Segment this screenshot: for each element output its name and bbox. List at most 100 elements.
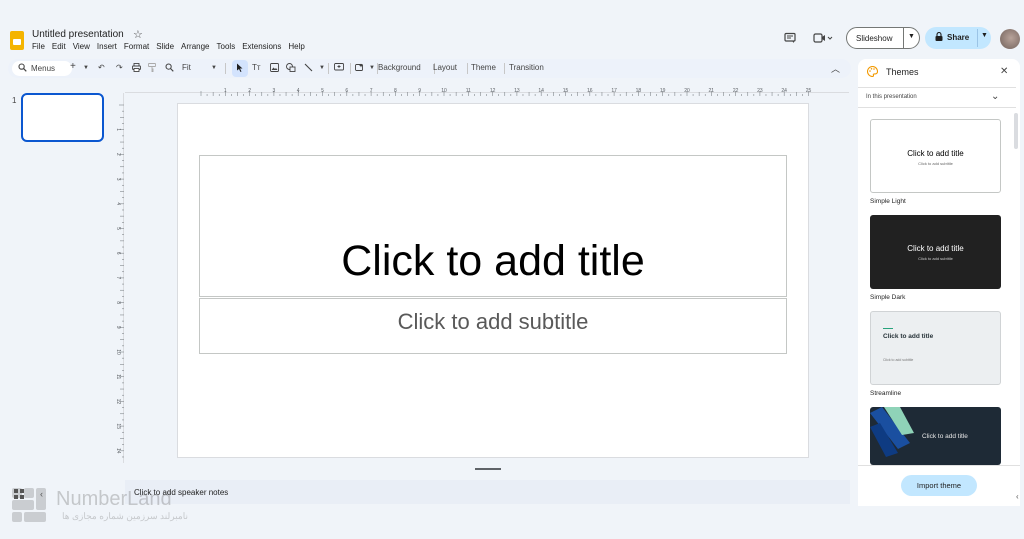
side-panel-expand-icon[interactable]: ‹ [1016, 492, 1024, 506]
vertical-ruler[interactable]: 1 2 3 4 5 6 7 8 9 10 11 12 13 14 [114, 93, 124, 463]
theme-card-focus[interactable]: Click to add title [870, 407, 1001, 465]
ruler-label: 24 [781, 88, 787, 94]
menu-slide[interactable]: Slide [156, 42, 174, 51]
comment-icon[interactable] [784, 32, 796, 47]
theme-card-title: Click to add title [907, 149, 964, 158]
transition-button[interactable]: Transition [509, 63, 544, 72]
themes-title: Themes [886, 67, 919, 77]
ruler-label: 12 [115, 399, 121, 405]
menu-edit[interactable]: Edit [52, 42, 66, 51]
collapse-toolbar-icon[interactable]: ︿ [831, 62, 840, 75]
menu-file[interactable]: File [32, 42, 45, 51]
line-icon[interactable] [304, 63, 313, 74]
menu-tools[interactable]: Tools [217, 42, 236, 51]
ruler-label: 10 [441, 88, 447, 94]
menus-search[interactable]: Menus [12, 61, 72, 76]
ruler-label: 19 [660, 88, 666, 94]
ruler-label: 14 [538, 88, 544, 94]
menu-arrange[interactable]: Arrange [181, 42, 209, 51]
theme-card-title: Click to add title [922, 433, 968, 440]
horizontal-ruler[interactable]: 1 2 3 4 5 6 7 8 9 10 11 12 13 14 15 16 17 18 19 20 21 22 23 24 2… [125, 83, 849, 96]
avatar[interactable] [1000, 29, 1020, 49]
line-dropdown-icon[interactable]: ▼ [319, 65, 325, 71]
layout-button[interactable]: Layout [433, 63, 457, 72]
ruler-label: 14 [115, 448, 121, 454]
magic-dropdown-icon[interactable]: ▼ [369, 65, 375, 71]
lock-icon [935, 31, 943, 43]
star-icon[interactable]: ☆ [133, 28, 143, 41]
theme-card-streamline[interactable]: Click to add title Click to add subtitle [870, 311, 1001, 385]
collapse-filmstrip-icon[interactable]: ‹ [40, 489, 43, 499]
share-label: Share [947, 33, 970, 42]
import-theme-button[interactable]: Import theme [901, 475, 977, 496]
ruler-label: 5 [115, 227, 121, 230]
slide-canvas[interactable]: Click to add title Click to add subtitle [177, 103, 809, 458]
subtitle-placeholder[interactable]: Click to add subtitle [199, 298, 787, 354]
chevron-down-icon: ⌄ [991, 91, 1000, 102]
theme-card-title: Click to add title [907, 244, 964, 253]
ruler-label: 23 [757, 88, 763, 94]
menu-view[interactable]: View [73, 42, 90, 51]
share-button[interactable]: Share ▼ [925, 27, 991, 49]
slideshow-dropdown-icon[interactable]: ▼ [908, 33, 915, 40]
redo-icon[interactable]: ↷ [116, 63, 123, 72]
undo-icon[interactable]: ↶ [98, 63, 105, 72]
new-slide-icon[interactable]: + [70, 61, 76, 72]
themes-source-dropdown[interactable]: In this presentation ⌄ [858, 87, 1016, 108]
print-icon[interactable] [132, 63, 141, 74]
shape-icon[interactable] [286, 63, 296, 74]
zoom-select[interactable]: Fit [182, 63, 191, 72]
ruler-label: 6 [345, 88, 348, 94]
zoom-icon[interactable] [165, 63, 174, 74]
select-tool-icon[interactable] [236, 63, 244, 74]
horizontal-ruler-marks: 1 2 3 4 5 6 7 8 9 10 11 12 13 14 15 16 17 18 19 20 21 22 23 24 2… [200, 88, 811, 96]
share-dropdown-icon[interactable]: ▼ [981, 32, 988, 39]
theme-card-simple-dark[interactable]: Click to add title Click to add subtitle [870, 215, 1001, 289]
ruler-label: 5 [321, 88, 324, 94]
document-title[interactable]: Untitled presentation [32, 29, 124, 40]
menu-format[interactable]: Format [124, 42, 149, 51]
themes-panel: Themes ✕ In this presentation ⌄ Click to… [858, 59, 1020, 506]
menu-insert[interactable]: Insert [97, 42, 117, 51]
ruler-label: 20 [684, 88, 690, 94]
theme-card-title: Click to add title [883, 333, 934, 340]
video-call-icon[interactable] [813, 32, 835, 47]
new-slide-dropdown-icon[interactable]: ▼ [83, 65, 89, 71]
paint-format-icon[interactable] [148, 63, 157, 74]
grid-view-icon[interactable] [14, 489, 24, 499]
magic-layout-icon[interactable] [355, 63, 365, 74]
theme-card-current[interactable]: Click to add title Click to add subtitle [870, 119, 1001, 193]
title-placeholder[interactable]: Click to add title [199, 155, 787, 297]
ruler-label: 17 [611, 88, 617, 94]
menu-help[interactable]: Help [288, 42, 304, 51]
ruler-label: 13 [115, 423, 121, 429]
add-comment-icon[interactable] [334, 63, 344, 74]
ruler-label: 8 [115, 301, 121, 304]
ruler-label: 4 [115, 202, 121, 205]
themes-scrollbar[interactable] [1014, 113, 1018, 149]
ruler-label: 13 [514, 88, 520, 94]
search-icon [18, 63, 27, 74]
close-icon[interactable]: ✕ [1000, 66, 1008, 77]
menu-bar: File Edit View Insert Format Slide Arran… [32, 42, 305, 51]
background-button[interactable]: Background [378, 63, 421, 72]
ruler-label: 9 [115, 326, 121, 329]
insert-image-icon[interactable] [270, 63, 279, 74]
ruler-label: 18 [636, 88, 642, 94]
app-header: Untitled presentation ☆ File Edit View I… [0, 24, 1024, 58]
ruler-label: 4 [297, 88, 300, 94]
ruler-label: 3 [115, 178, 121, 181]
menu-extensions[interactable]: Extensions [242, 42, 281, 51]
text-box-icon[interactable]: Tт [252, 63, 261, 72]
slides-logo-icon[interactable] [10, 31, 24, 50]
ruler-label: 1 [115, 128, 121, 131]
slide-thumbnail[interactable] [21, 93, 104, 142]
ruler-label: 10 [115, 349, 121, 355]
zoom-dropdown-icon[interactable]: ▼ [211, 65, 217, 71]
theme-card-subtitle: Click to add subtitle [883, 358, 914, 362]
watermark-name: NumberLand [56, 488, 172, 510]
slideshow-button[interactable]: Slideshow ▼ [846, 27, 920, 49]
speaker-notes[interactable]: Click to add speaker notes [125, 480, 850, 504]
theme-button[interactable]: Theme [471, 63, 496, 72]
notes-resize-handle[interactable] [475, 468, 501, 470]
